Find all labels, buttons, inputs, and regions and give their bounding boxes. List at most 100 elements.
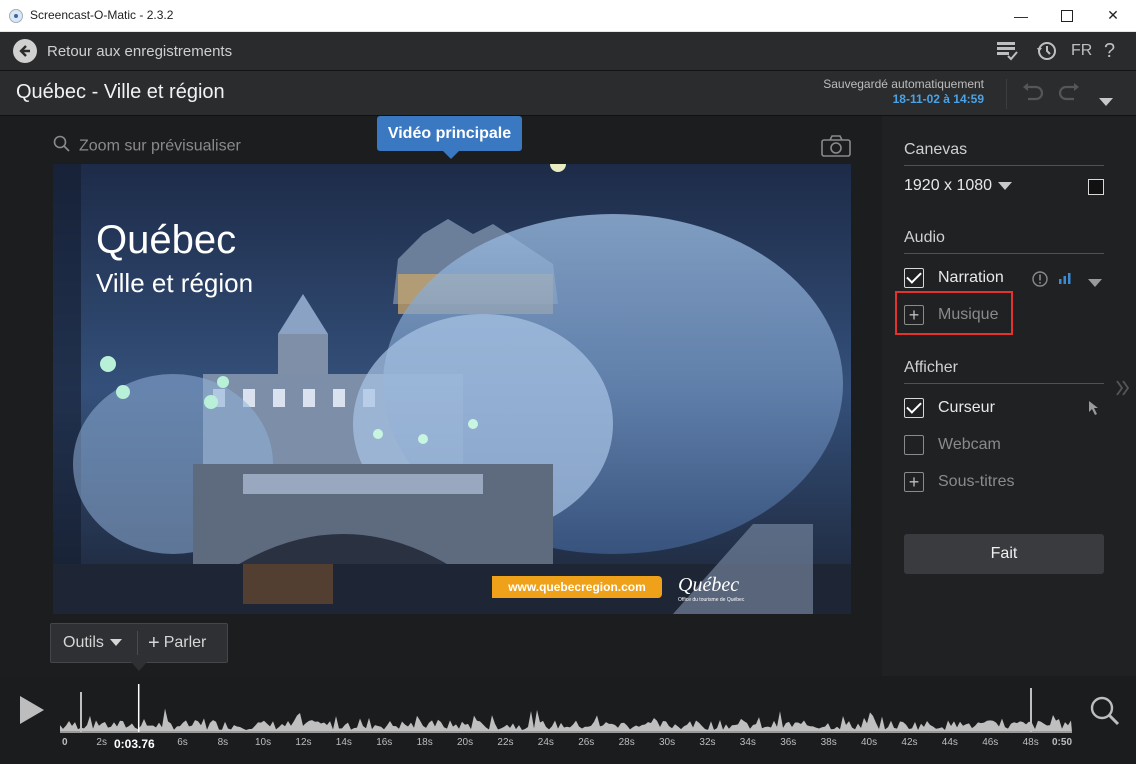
timeline-tick: 30s [659, 737, 676, 748]
autosave-date: 18-11-02 à 14:59 [892, 92, 984, 106]
timeline-tick: 36s [780, 737, 797, 748]
timeline-tick: 44s [941, 737, 958, 748]
warning-icon[interactable] [1032, 271, 1048, 292]
back-arrow-icon[interactable] [13, 39, 37, 63]
header-divider [1006, 79, 1007, 109]
timeline-tick: 0 [62, 737, 68, 748]
history-icon[interactable] [1035, 40, 1057, 67]
speak-button[interactable]: + Parler [138, 632, 207, 654]
menu-dropdown-icon[interactable] [1098, 87, 1114, 113]
video-subtitle: Ville et région [96, 268, 254, 298]
cursor-checkbox[interactable] [904, 398, 924, 418]
audio-divider [904, 253, 1104, 254]
add-subtitles-icon[interactable]: + [904, 472, 924, 492]
camera-icon[interactable] [821, 135, 851, 162]
waveform-path [60, 708, 1072, 732]
timeline-tick: 34s [739, 737, 756, 748]
timeline-tick: 10s [255, 737, 272, 748]
zoom-label: Zoom sur prévisualiser [79, 137, 241, 155]
add-music-icon[interactable]: + [904, 305, 924, 325]
canvas-color-swatch[interactable] [1088, 179, 1104, 195]
search-icon [53, 135, 71, 158]
narration-checkbox[interactable] [904, 268, 924, 288]
timeline-tick: 38s [820, 737, 837, 748]
timeline-tick: 20s [457, 737, 474, 748]
audio-waveform[interactable] [60, 684, 1080, 734]
subtitles-label: Sous-titres [938, 473, 1015, 490]
undo-icon[interactable] [1020, 81, 1044, 109]
play-icon[interactable] [20, 696, 44, 724]
app-icon [9, 9, 23, 23]
waveform-baseline [60, 731, 1072, 733]
zoom-search-icon[interactable] [1089, 695, 1121, 732]
project-title[interactable]: Québec - Ville et région [16, 81, 225, 104]
plus-icon: + [148, 632, 160, 654]
cursor-row[interactable]: Curseur [904, 396, 995, 420]
chevron-down-icon [109, 634, 122, 652]
redo-icon[interactable] [1058, 81, 1082, 109]
window-titlebar: Screencast-O-Matic - 2.3.2 — ✕ [0, 0, 1136, 32]
waveform-spike [80, 692, 82, 732]
timeline-tick: 26s [578, 737, 595, 748]
timeline-tick: 0:50 [1052, 737, 1073, 748]
collapse-panel-icon[interactable] [1116, 380, 1130, 401]
maximize-button[interactable] [1044, 0, 1090, 31]
resolution-value: 1920 x 1080 [904, 177, 993, 194]
timeline-tick: 32s [699, 737, 716, 748]
tasks-icon[interactable] [996, 40, 1018, 67]
timeline-tick: 42s [901, 737, 918, 748]
webcam-checkbox[interactable] [904, 435, 924, 455]
quebec-logo: Québec [678, 574, 740, 596]
timeline-tick: 22s [497, 737, 514, 748]
display-divider [904, 383, 1104, 384]
autosave-label: Sauvegardé automatiquement [823, 77, 984, 91]
video-title: Québec [96, 218, 237, 262]
close-button[interactable]: ✕ [1090, 0, 1136, 31]
music-label: Musique [938, 306, 999, 323]
canvas-label: Canevas [904, 141, 968, 158]
narration-label: Narration [938, 269, 1004, 286]
timeline-tick: 8s [217, 737, 229, 748]
video-preview[interactable]: Québec Ville et région www.quebecregion.… [53, 164, 851, 614]
url-banner: www.quebecregion.com [492, 576, 662, 598]
language-selector[interactable]: FR [1071, 40, 1092, 62]
timeline-tick: 24s [537, 737, 554, 748]
tools-dropdown[interactable]: Outils [51, 631, 138, 655]
timeline-tick: 2s [96, 737, 107, 748]
timeline-tick: 14s [335, 737, 352, 748]
audio-level-icon[interactable] [1058, 271, 1072, 290]
timeline-tick: 6s [177, 737, 188, 748]
subtitles-row[interactable]: + Sous-titres [904, 470, 1014, 494]
canvas-divider [904, 165, 1104, 166]
playhead[interactable] [137, 684, 140, 732]
project-header: Québec - Ville et région Sauvegardé auto… [0, 71, 1136, 116]
top-nav: Retour aux enregistrements FR ? [0, 32, 1136, 71]
help-icon[interactable]: ? [1104, 40, 1115, 62]
timeline-tick: 40s [861, 737, 878, 748]
display-label: Afficher [904, 359, 958, 376]
timeline-tick: 48s [1022, 737, 1039, 748]
narration-options-icon[interactable] [1088, 274, 1102, 292]
tools-label: Outils [63, 634, 104, 651]
window-title: Screencast-O-Matic - 2.3.2 [30, 8, 174, 22]
zoom-control[interactable]: Zoom sur prévisualiser [53, 135, 241, 158]
cursor-settings-icon[interactable] [1088, 400, 1102, 421]
timeline-tick: 12s [295, 737, 312, 748]
webcam-row[interactable]: Webcam [904, 433, 1001, 457]
timeline-tick: 46s [982, 737, 999, 748]
speak-label: Parler [163, 634, 207, 651]
chevron-down-icon [998, 177, 1013, 195]
resolution-dropdown[interactable]: 1920 x 1080 [904, 177, 1013, 195]
waveform-spike [1030, 688, 1032, 732]
back-link[interactable]: Retour aux enregistrements [47, 43, 232, 60]
main-video-tooltip[interactable]: Vidéo principale [377, 116, 522, 159]
timeline-tick: 18s [416, 737, 433, 748]
music-row[interactable]: + Musique [904, 303, 998, 327]
narration-row[interactable]: Narration [904, 266, 1004, 290]
current-time: 0:03.76 [114, 737, 155, 751]
tools-bar: Outils + Parler [50, 623, 228, 671]
cursor-label: Curseur [938, 399, 995, 416]
minimize-button[interactable]: — [998, 0, 1044, 31]
done-button[interactable]: Fait [904, 534, 1104, 574]
audio-label: Audio [904, 229, 945, 246]
